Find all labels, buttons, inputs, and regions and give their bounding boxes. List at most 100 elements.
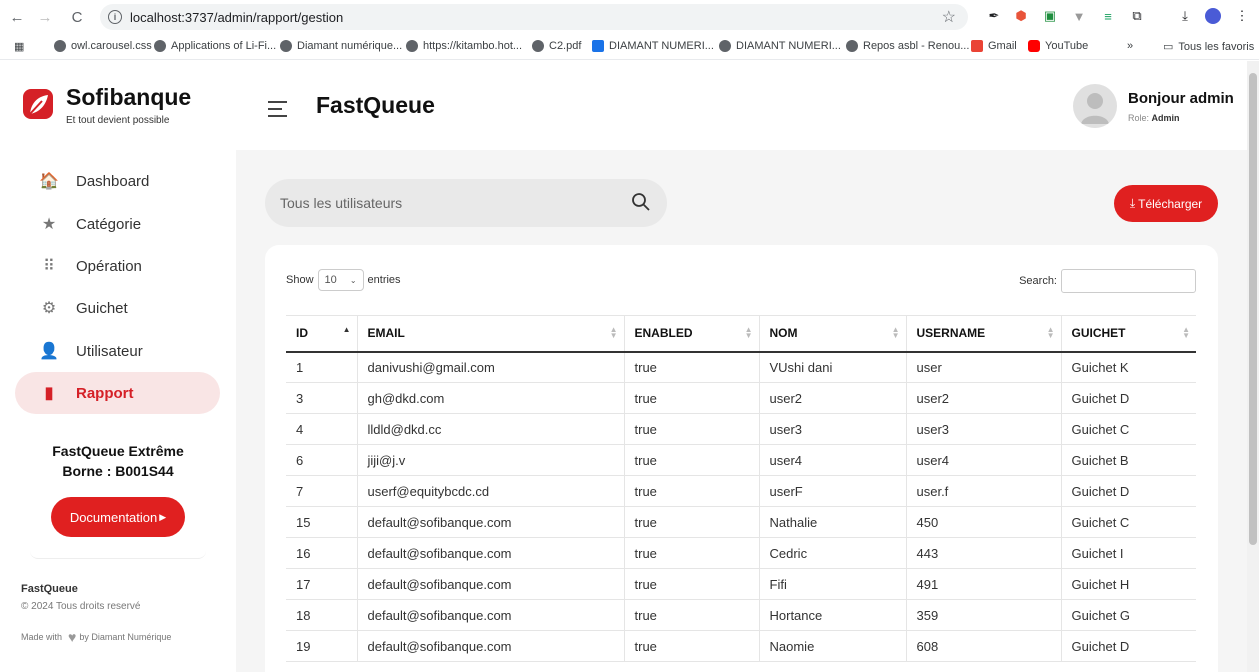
column-header-enabled[interactable]: ENABLED ▲ ▼ xyxy=(623,315,759,353)
address-bar[interactable]: i localhost:3737/admin/rapport/gestion ☆ xyxy=(100,4,968,30)
download-button[interactable]: ⤓ Télécharger xyxy=(1114,185,1218,222)
table-search-input[interactable] xyxy=(1061,269,1196,293)
bookmark-item[interactable]: Applications of Li-Fi... xyxy=(154,40,276,52)
bookmark-item[interactable]: Gmail xyxy=(971,40,1017,52)
heart-icon: ♥ xyxy=(68,629,77,645)
sidebar-item-utilisateur[interactable]: 👤 Utilisateur xyxy=(15,330,220,372)
diamant-icon xyxy=(592,40,604,52)
cell-nom: Hortance xyxy=(758,599,906,631)
column-header-guichet[interactable]: GUICHET ▲ ▼ xyxy=(1060,315,1196,353)
column-header-id[interactable]: ID ▲ xyxy=(286,315,357,353)
cell-nom: userF xyxy=(758,475,906,507)
list-extension-icon[interactable]: ≡ xyxy=(1098,6,1118,26)
sidebar-item-operation[interactable]: ⠿ Opération xyxy=(15,245,220,287)
all-bookmarks-folder[interactable]: ▭ Tous les favoris xyxy=(1163,40,1254,54)
documentation-button[interactable]: Documentation ▶ xyxy=(51,497,185,537)
table-row[interactable]: 15 default@sofibanque.com true Nathalie 450 G… xyxy=(286,506,1196,538)
cell-guichet: Guichet G xyxy=(1060,599,1196,631)
apps-grid-icon[interactable]: ▦ xyxy=(14,40,24,53)
menu-kebab-icon[interactable]: ⋮ xyxy=(1232,6,1252,26)
site-info-icon[interactable]: i xyxy=(108,10,122,24)
cell-guichet: Guichet K xyxy=(1060,351,1196,383)
table-row[interactable]: 17 default@sofibanque.com true Fifi 491 Guich… xyxy=(286,568,1196,600)
table-row[interactable]: 6 jiji@j.v true user4 user4 Guichet B xyxy=(286,444,1196,476)
table-row[interactable]: 4 lldld@dkd.cc true user3 user3 Guichet C xyxy=(286,413,1196,445)
table-row[interactable]: 19 default@sofibanque.com true Naomie 608 Gui… xyxy=(286,630,1196,662)
entries-select[interactable]: 10 ⌄ xyxy=(317,269,364,291)
sort-icon: ▲ ▼ xyxy=(609,325,618,340)
menu-toggle-icon[interactable] xyxy=(268,101,287,122)
globe-icon xyxy=(719,40,731,52)
cell-nom: user3 xyxy=(758,413,906,445)
shield-extension-icon[interactable]: ⬢ xyxy=(1011,6,1031,26)
table-row[interactable]: 16 default@sofibanque.com true Cedric 443 Gui… xyxy=(286,537,1196,569)
page-scrollbar[interactable] xyxy=(1247,61,1259,672)
table-header-row: ID ▲ EMAIL ▲ ▼ ENABLED ▲ ▼ NOM ▲ ▼ USERNAME ▲ ▼ G… xyxy=(286,315,1196,353)
cell-username: 491 xyxy=(905,568,1061,600)
bookmark-star-icon[interactable]: ☆ xyxy=(942,7,956,27)
avatar[interactable] xyxy=(1073,84,1117,128)
bookmark-item[interactable]: DIAMANT NUMERI... xyxy=(719,40,841,52)
back-icon[interactable]: ← xyxy=(6,6,28,28)
puzzle-extension-icon[interactable]: ⧉ xyxy=(1127,6,1147,26)
profile-icon[interactable] xyxy=(1203,6,1223,26)
cell-nom: user4 xyxy=(758,444,906,476)
bookmark-item[interactable]: C2.pdf xyxy=(532,40,581,52)
eyedropper-icon[interactable]: ✒ xyxy=(984,6,1004,26)
search-placeholder: Tous les utilisateurs xyxy=(280,195,403,211)
main-content: FastQueue Bonjour admin Role: Admin Tous… xyxy=(236,61,1247,672)
sidebar-item-dashboard[interactable]: 🏠 Dashboard xyxy=(15,160,220,202)
sidebar: Sofibanque Et tout devient possible 🏠 Da… xyxy=(0,61,236,672)
more-bookmarks-button[interactable]: » xyxy=(1127,40,1133,52)
column-header-nom[interactable]: NOM ▲ ▼ xyxy=(758,315,906,353)
search-icon[interactable] xyxy=(631,192,651,212)
cell-id: 1 xyxy=(286,351,357,383)
cell-enabled: true xyxy=(623,413,759,445)
cell-id: 6 xyxy=(286,444,357,476)
scrollbar-thumb[interactable] xyxy=(1249,73,1257,545)
sidebar-item-categorie[interactable]: ★ Catégorie xyxy=(15,203,220,245)
sidebar-item-guichet[interactable]: ⚙ Guichet xyxy=(15,287,220,329)
table-search: Search: xyxy=(1019,269,1196,293)
table-row[interactable]: 18 default@sofibanque.com true Hortance 359 G… xyxy=(286,599,1196,631)
bookmark-item[interactable]: Repos asbl - Renou... xyxy=(846,40,969,52)
cell-username: 450 xyxy=(905,506,1061,538)
sidebar-item-rapport[interactable]: ▮ Rapport xyxy=(15,372,220,414)
table-row[interactable]: 1 danivushi@gmail.com true VUshi dani user Gu… xyxy=(286,351,1196,383)
sort-icon: ▲ ▼ xyxy=(744,325,753,340)
cell-username: 608 xyxy=(905,630,1061,662)
greeting: Bonjour admin xyxy=(1128,90,1234,107)
sidebar-item-label: Guichet xyxy=(76,299,128,317)
cell-email: default@sofibanque.com xyxy=(356,537,624,569)
users-table: ID ▲ EMAIL ▲ ▼ ENABLED ▲ ▼ NOM ▲ ▼ USERNAME ▲ ▼ G… xyxy=(286,315,1196,662)
user-search-input[interactable]: Tous les utilisateurs xyxy=(265,179,667,227)
chevron-down-icon: ⌄ xyxy=(349,275,357,285)
brand-tagline: Et tout devient possible xyxy=(66,115,170,126)
new-extension-icon[interactable]: ▣ xyxy=(1040,6,1060,26)
table-row[interactable]: 7 userf@equitybcdc.cd true userF user.f Guich… xyxy=(286,475,1196,507)
bookmark-item[interactable]: DIAMANT NUMERI... xyxy=(592,40,714,52)
footer-made-with: Made with ♥ by Diamant Numérique xyxy=(21,629,172,645)
reload-icon[interactable]: C xyxy=(66,6,88,28)
sort-icon: ▲ ▼ xyxy=(891,325,900,340)
user-avatar-icon xyxy=(1081,93,1109,124)
page-title: FastQueue xyxy=(316,92,435,118)
cell-enabled: true xyxy=(623,506,759,538)
bookmark-item[interactable]: owl.carousel.css xyxy=(54,40,152,52)
forward-icon[interactable]: → xyxy=(34,6,56,28)
cell-email: default@sofibanque.com xyxy=(356,630,624,662)
cell-enabled: true xyxy=(623,599,759,631)
bookmark-item[interactable]: Diamant numérique... xyxy=(280,40,402,52)
sort-icon: ▲ ▼ xyxy=(1182,325,1190,340)
column-header-username[interactable]: USERNAME ▲ ▼ xyxy=(905,315,1061,353)
cell-id: 16 xyxy=(286,537,357,569)
cell-id: 3 xyxy=(286,382,357,414)
table-row[interactable]: 3 gh@dkd.com true user2 user2 Guichet D xyxy=(286,382,1196,414)
cell-email: userf@equitybcdc.cd xyxy=(356,475,624,507)
download-icon[interactable]: ⤓ xyxy=(1175,6,1195,26)
bookmark-item[interactable]: https://kitambo.hot... xyxy=(406,40,522,52)
vue-extension-icon[interactable]: ▼ xyxy=(1069,6,1089,26)
cell-nom: Cedric xyxy=(758,537,906,569)
bookmark-item[interactable]: YouTube xyxy=(1028,40,1088,52)
column-header-email[interactable]: EMAIL ▲ ▼ xyxy=(356,315,624,353)
